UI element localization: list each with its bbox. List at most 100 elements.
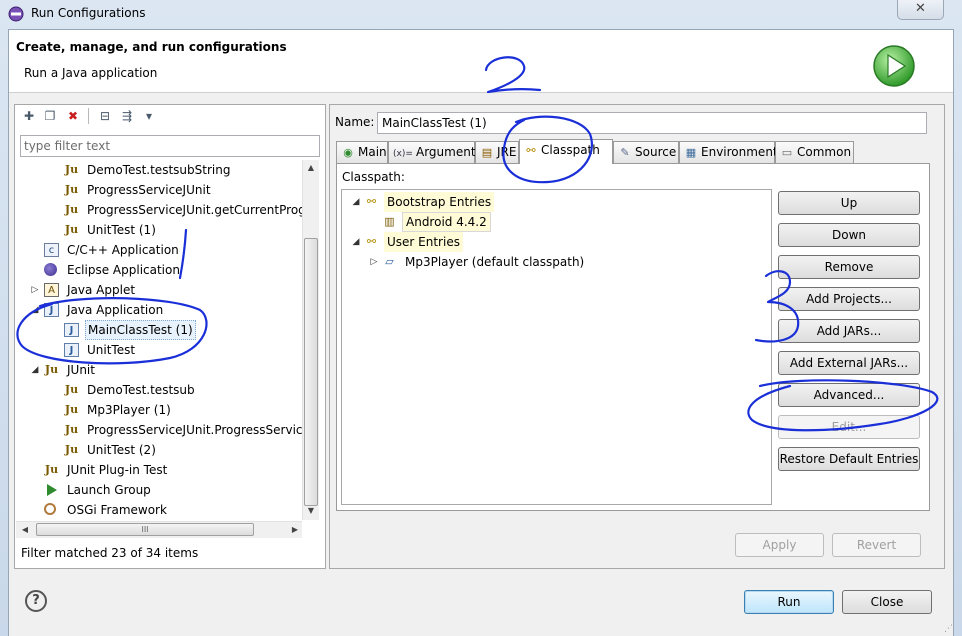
tree-item-label: ProgressServiceJUnit.ProgressServiceJ [87,423,302,437]
tree-item-label: UnitTest [87,343,136,357]
tab-label: Classpath [541,143,600,157]
launch-group-icon [47,484,57,496]
expanded-arrow-icon[interactable]: ◢ [30,300,40,320]
expanded-arrow-icon[interactable]: ◢ [351,192,361,212]
close-button[interactable]: Close [842,590,932,614]
view-menu-icon[interactable]: ▾ [140,106,158,126]
tree-item-label: JUnit Plug-in Test [67,463,168,477]
tab-environment[interactable]: ▦ Environment [679,141,778,163]
junit-icon: Ju [64,443,79,456]
junit-icon: Ju [64,163,79,176]
source-tab-icon: ✎ [620,146,630,159]
configuration-tree: Ju DemoTest.testsubString Ju ProgressServic… [16,160,302,520]
horizontal-scroll-thumb[interactable]: III [36,523,254,536]
name-label: Name: [335,115,375,129]
tab-label: Source [635,145,677,159]
cpp-application-icon: c [44,243,59,257]
jre-tab-icon: ▤ [481,146,493,159]
scroll-left-arrow-icon[interactable]: ◀ [18,523,32,537]
up-button[interactable]: Up [778,191,920,215]
new-configuration-icon[interactable]: ✚ [20,106,38,126]
tab-label: JRE [497,145,517,159]
resize-grip-icon[interactable]: ⋰ [944,624,953,634]
add-projects-button[interactable]: Add Projects... [778,287,920,311]
advanced-button[interactable]: Advanced... [778,383,920,407]
restore-default-entries-button[interactable]: Restore Default Entries [778,447,920,471]
scroll-up-arrow-icon[interactable]: ▲ [304,161,318,175]
tab-label: Arguments [416,145,482,159]
window-close-button[interactable]: ✕ [897,0,944,20]
scroll-right-arrow-icon[interactable]: ▶ [288,523,302,537]
tab-main[interactable]: ◉ Main [336,141,388,163]
revert-button[interactable]: Revert [832,533,921,557]
header-subtitle: Run a Java application [24,66,158,80]
classpath-entry-label: Bootstrap Entries [384,192,495,212]
tree-item-label: UnitTest (1) [87,223,156,237]
java-applet-icon: A [44,283,59,297]
help-icon[interactable]: ? [25,590,47,612]
classpath-tab-icon: ⚯ [526,144,536,157]
vertical-scroll-thumb[interactable] [304,238,318,506]
tab-common[interactable]: ▭ Common [775,141,854,163]
entries-icon: ⚯ [366,235,377,248]
tree-item-label: JUnit [67,363,95,377]
collapsed-arrow-icon[interactable]: ▷ [30,280,40,300]
expanded-arrow-icon[interactable]: ◢ [30,360,40,380]
common-tab-icon: ▭ [781,146,793,159]
tree-item-label: Java Application [67,303,164,317]
classpath-entry-label: User Entries [384,232,463,252]
library-icon: ▥ [384,215,395,228]
tree-item-label: DemoTest.testsub [87,383,195,397]
osgi-framework-icon [44,503,56,515]
junit-icon: Ju [64,383,79,396]
down-button[interactable]: Down [778,223,920,247]
name-field[interactable] [377,112,927,134]
junit-icon: Ju [64,183,79,196]
project-icon: ▱ [385,255,394,268]
tab-label: Common [797,145,852,159]
tree-item-label: Java Applet [67,283,136,297]
delete-icon[interactable]: ✖ [64,106,82,126]
tree-item-label: OSGi Framework [67,503,167,517]
tree-item-label: Eclipse Application [67,263,180,277]
add-jars-button[interactable]: Add JARs... [778,319,920,343]
remove-button[interactable]: Remove [778,255,920,279]
junit-icon: Ju [64,403,79,416]
java-application-icon: J [44,303,59,317]
tab-classpath[interactable]: ⚯ Classpath [519,139,613,164]
tree-item-label: ProgressServiceJUnit.getCurrentProge [87,203,302,217]
java-application-icon: J [64,323,79,337]
expanded-arrow-icon[interactable]: ◢ [351,232,361,252]
run-play-icon [873,45,915,87]
filter-status-text: Filter matched 23 of 34 items [21,546,199,560]
classpath-entry-label: Android 4.4.2 [402,212,491,232]
tree-item-label: MainClassTest (1) [85,320,196,340]
junit-plugin-icon: Ju [44,463,59,476]
tab-jre[interactable]: ▤ JRE [475,141,519,163]
filter-icon[interactable]: ⇶ [118,106,136,126]
collapsed-arrow-icon[interactable]: ▷ [369,252,379,272]
arguments-tab-icon: (x)= [393,149,413,159]
header-title: Create, manage, and run configurations [16,40,287,54]
java-application-icon: J [64,343,79,357]
tree-item-label: C/C++ Application [67,243,179,257]
toolbar-separator [88,108,89,124]
tab-source[interactable]: ✎ Source [613,141,679,163]
scroll-down-arrow-icon[interactable]: ▼ [304,504,318,518]
tree-item-label: DemoTest.testsubString [87,163,231,177]
classpath-label: Classpath: [342,170,405,184]
tree-item-label: ProgressServiceJUnit [87,183,211,197]
apply-button[interactable]: Apply [735,533,824,557]
eclipse-application-icon [44,263,57,276]
edit-button[interactable]: Edit... [778,415,920,439]
environment-tab-icon: ▦ [685,146,697,159]
run-button[interactable]: Run [744,590,834,614]
filter-input[interactable] [20,135,320,157]
classpath-tree: ◢ ⚯ Bootstrap Entries ▥ Android 4.4.2 ◢ ⚯ User … [341,189,772,505]
entries-icon: ⚯ [366,195,377,208]
collapse-all-icon[interactable]: ⊟ [96,106,114,126]
add-external-jars-button[interactable]: Add External JARs... [778,351,920,375]
tab-arguments[interactable]: (x)= Arguments [388,141,482,163]
main-tab-icon: ◉ [343,146,353,159]
duplicate-icon[interactable]: ❐ [41,106,59,126]
